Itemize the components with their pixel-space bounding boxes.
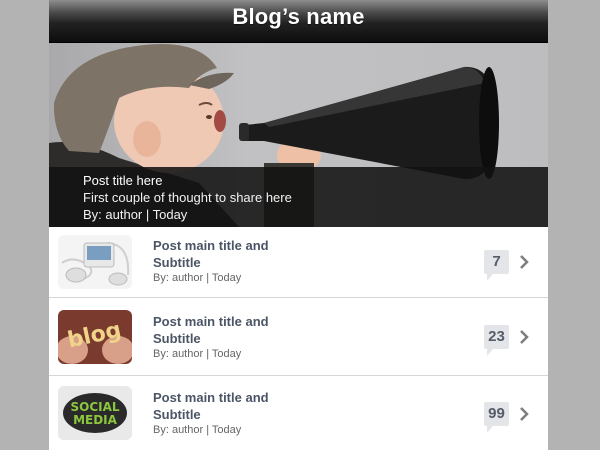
- featured-caption: Post title here First couple of thought …: [49, 167, 548, 227]
- post-byline: By: author | Today: [153, 424, 242, 436]
- comment-count-badge: 99: [484, 402, 509, 433]
- list-item[interactable]: Post main title and Subtitle By: author …: [49, 227, 548, 298]
- featured-byline: By: author | Today: [83, 207, 188, 222]
- navigation-bar: Blog’s name: [49, 0, 548, 43]
- post-text: Post main title and Subtitle By: author …: [153, 313, 303, 360]
- list-item[interactable]: blog Post main title and Subtitle By: au…: [49, 298, 548, 376]
- post-byline: By: author | Today: [153, 272, 242, 284]
- featured-title: Post title here: [83, 173, 163, 188]
- post-text: Post main title and Subtitle By: author …: [153, 237, 303, 284]
- svg-text:SOCIAL: SOCIAL: [70, 400, 119, 414]
- chevron-right-icon[interactable]: [518, 329, 530, 345]
- comment-count-badge: 7: [484, 250, 509, 281]
- app-screen: Blog’s name Post title here First couple…: [49, 0, 548, 450]
- post-title: Post main title and Subtitle: [153, 390, 269, 422]
- blog-hands-icon: blog: [58, 310, 132, 364]
- post-title: Post main title and Subtitle: [153, 238, 269, 270]
- chevron-right-icon[interactable]: [518, 254, 530, 270]
- ipod-icon: [58, 235, 132, 289]
- featured-post[interactable]: Post title here First couple of thought …: [49, 43, 548, 227]
- post-title: Post main title and Subtitle: [153, 314, 269, 346]
- post-list: Post main title and Subtitle By: author …: [49, 227, 548, 450]
- blog-title: Blog’s name: [232, 4, 365, 29]
- chevron-right-icon[interactable]: [518, 406, 530, 422]
- featured-excerpt: First couple of thought to share here: [83, 190, 292, 205]
- comment-count-badge: 23: [484, 325, 509, 356]
- social-media-icon: SOCIAL MEDIA: [58, 386, 132, 440]
- svg-text:MEDIA: MEDIA: [73, 413, 118, 427]
- post-text: Post main title and Subtitle By: author …: [153, 389, 303, 436]
- list-item[interactable]: SOCIAL MEDIA Post main title and Subtitl…: [49, 376, 548, 450]
- post-byline: By: author | Today: [153, 348, 242, 360]
